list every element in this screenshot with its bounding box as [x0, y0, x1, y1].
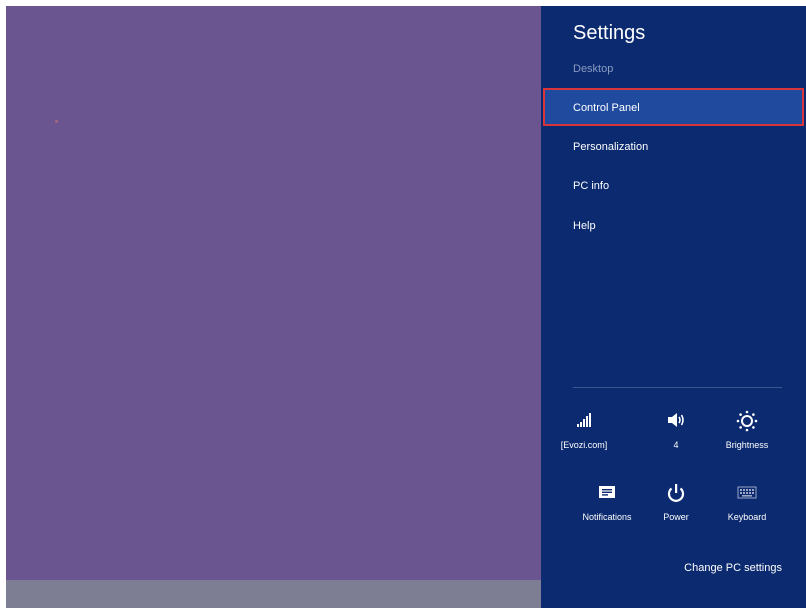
pane-subtitle: Desktop [573, 63, 614, 75]
menu-item-control-panel[interactable]: Control Panel [543, 88, 804, 126]
power-tile[interactable]: Power [643, 482, 709, 532]
desktop-background[interactable] [6, 6, 541, 580]
screen: Settings Desktop Control Panel Personali… [0, 0, 806, 608]
notifications-label: Notifications [582, 512, 632, 522]
keyboard-label: Keyboard [727, 512, 767, 522]
network-label: [Evozi.com] [560, 440, 608, 450]
message-icon [574, 482, 640, 510]
menu-item-personalization[interactable]: Personalization [543, 129, 804, 167]
brightness-tile[interactable]: Brightness [714, 410, 780, 460]
settings-charm-pane: Settings Desktop Control Panel Personali… [541, 6, 806, 608]
menu-item-help[interactable]: Help [543, 208, 804, 246]
menu-item-pc-info[interactable]: PC info [543, 168, 804, 206]
notifications-tile[interactable]: Notifications [574, 482, 640, 532]
taskbar[interactable] [6, 580, 541, 608]
power-label: Power [663, 512, 689, 522]
desktop-marker [55, 120, 58, 123]
sun-icon [714, 410, 780, 438]
divider [573, 387, 782, 388]
speaker-icon [643, 410, 709, 438]
volume-label: 4 [673, 440, 679, 450]
keyboard-tile[interactable]: Keyboard [714, 482, 780, 532]
keyboard-icon [714, 482, 780, 510]
network-tile[interactable]: [Evozi.com] [551, 410, 617, 460]
pane-title: Settings [573, 22, 646, 44]
wifi-signal-icon [551, 410, 617, 438]
power-icon [643, 482, 709, 510]
volume-tile[interactable]: 4 [643, 410, 709, 460]
change-pc-settings-link[interactable]: Change PC settings [684, 562, 782, 574]
brightness-label: Brightness [725, 440, 769, 450]
